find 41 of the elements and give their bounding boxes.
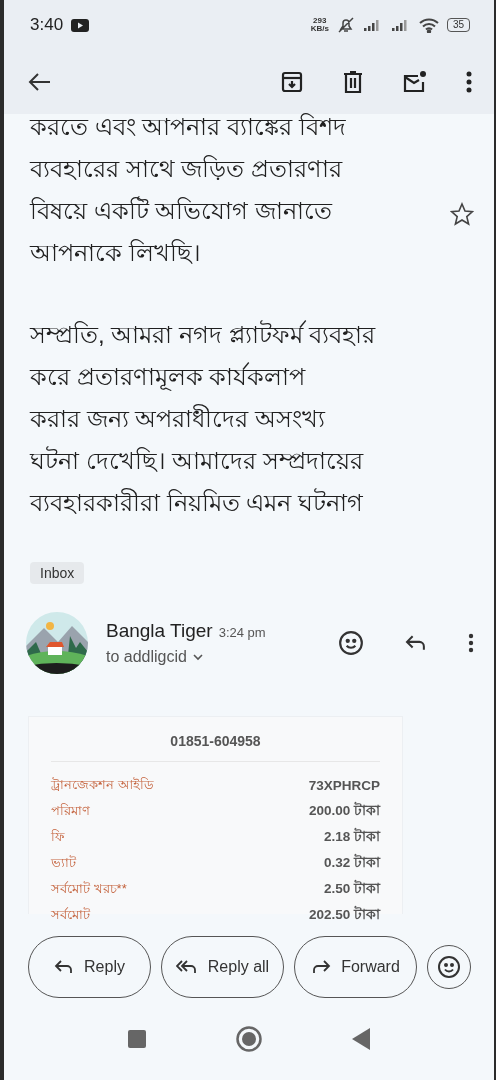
muted-bell-icon xyxy=(336,17,355,33)
phone-number: 01851-604958 xyxy=(51,723,380,762)
emoji-icon xyxy=(338,630,364,656)
battery-level: 35 xyxy=(446,18,470,32)
receipt-value: 200.00 টাকা xyxy=(308,801,380,820)
recipient-toggle[interactable]: to addligcid xyxy=(106,648,320,666)
receipt-label: ভ্যাট xyxy=(51,853,76,872)
inbox-label: Inbox xyxy=(30,562,85,584)
emoji-icon xyxy=(437,955,461,979)
sender-name: Bangla Tiger xyxy=(106,620,213,642)
receipt-label: ট্রানজেকশন আইডি xyxy=(51,775,154,794)
wifi-icon xyxy=(418,17,439,33)
delete-button[interactable] xyxy=(342,70,364,94)
receipt-label: সর্বমোট খরচ** xyxy=(51,879,127,898)
chevron-down-icon xyxy=(192,653,203,661)
reply-icon xyxy=(54,959,75,975)
back-nav-button[interactable] xyxy=(352,1028,370,1050)
back-button[interactable] xyxy=(28,72,52,92)
more-button[interactable] xyxy=(468,633,474,653)
reply-button[interactable] xyxy=(404,634,428,652)
network-speed: 293 KB/s xyxy=(310,17,329,33)
message-time: 3:24 pm xyxy=(218,625,266,640)
receipt-label: ফি xyxy=(51,827,65,846)
receipt-value: 202.50 টাকা xyxy=(308,905,380,924)
video-icon xyxy=(71,18,90,32)
message-paragraph: করতে এবং আপনার ব্যাঙ্কের বিশদ ব্যবহারের সাথে জড়িত প্রতারণার বিষয়ে একটি অভিযোগ জানাতে আপনাকে লিখছি। xyxy=(30,112,346,268)
receipt-label: সর্বমোট xyxy=(51,905,90,924)
archive-button[interactable] xyxy=(280,70,304,94)
reply-all-icon xyxy=(175,959,198,975)
receipt-value: 2.50 টাকা xyxy=(323,879,380,898)
receipt-value: 73XPHRCP xyxy=(308,777,380,793)
receipt-value: 0.32 টাকা xyxy=(323,853,380,872)
react-button[interactable] xyxy=(338,630,364,656)
home-button[interactable] xyxy=(236,1026,262,1052)
forward-icon xyxy=(311,959,332,975)
more-button[interactable] xyxy=(466,71,472,93)
status-time: 3:40 xyxy=(30,15,64,35)
message-paragraph: সম্প্রতি, আমরা নগদ প্ল্যাটফর্ম ব্যবহার করে প্রতারণামূলক কার্যকলাপ করার জন্য অপরাধীদের অসংখ্য ঘটনা দেখেছি। আমাদের সম্প্রদায়ের ব্যবহারকারীরা নিয়মিত এমন ঘটনাগ xyxy=(30,319,376,518)
mark-unread-button[interactable] xyxy=(402,70,428,94)
receipt-value: 2.18 টাকা xyxy=(323,827,380,846)
receipt-label: পরিমাণ xyxy=(51,801,90,820)
